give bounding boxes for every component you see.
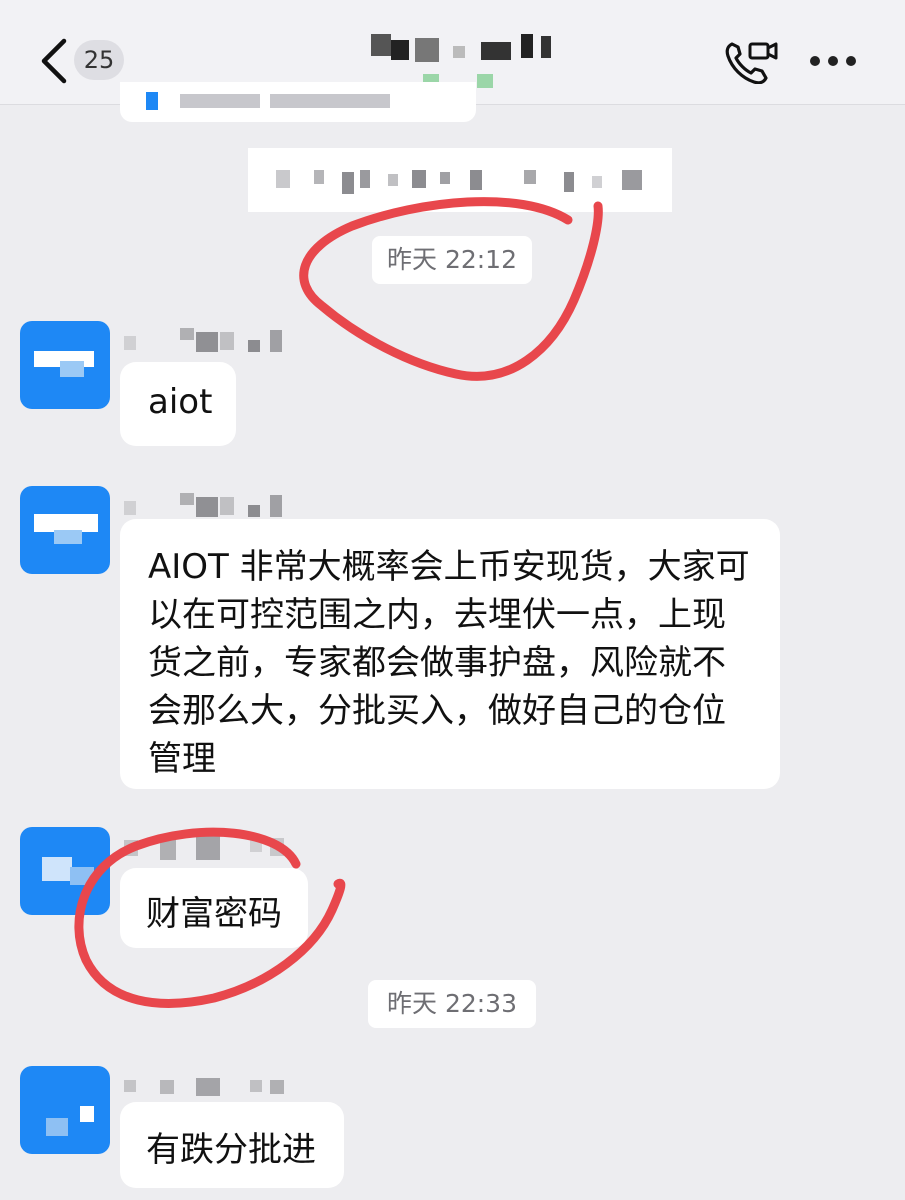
annotation-circles bbox=[74, 197, 603, 1008]
annotation-circle bbox=[299, 197, 603, 381]
annotation-circle bbox=[74, 827, 346, 1008]
